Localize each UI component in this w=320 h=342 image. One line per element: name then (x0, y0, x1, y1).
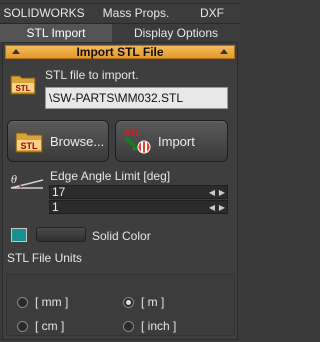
edge-angle-label: Edge Angle Limit [deg] (50, 169, 171, 183)
edge-angle-value-2: 1 (52, 200, 59, 214)
stl-file-icon: STL (10, 75, 36, 95)
svg-text:STL: STL (21, 141, 39, 151)
browse-button[interactable]: STL Browse... (7, 120, 109, 162)
edge-angle-value-1: 17 (52, 185, 66, 199)
stl-import-panel: Import STL File STL STL file to import. … (2, 42, 238, 340)
import-button-label: Import (158, 133, 195, 149)
stl-units-group: [ mm ] [ m ] [ cm ] [ inch ] (6, 274, 235, 336)
stl-folder-icon: STL (15, 132, 43, 153)
collapse-arrow-left-icon (12, 49, 20, 54)
units-radio-m-label: [ m ] (141, 295, 165, 309)
decrement-arrow-icon[interactable]: ◀ (209, 187, 215, 199)
svg-text:θ: θ (11, 175, 17, 186)
solid-color-label: Solid Color (92, 229, 151, 243)
radio-dot-icon (17, 320, 28, 332)
edge-angle-input-1[interactable]: 17 ◀ ▶ (49, 185, 228, 199)
tab-mass-props[interactable]: Mass Props. (88, 3, 184, 22)
radio-dot-icon (17, 296, 28, 308)
collapse-arrow-right-icon (220, 49, 228, 54)
tab-dxf[interactable]: DXF (184, 3, 240, 22)
increment-arrow-icon[interactable]: ▶ (219, 187, 225, 199)
units-radio-cm[interactable]: [ cm ] (17, 319, 64, 333)
units-radio-mm-label: [ mm ] (35, 295, 69, 309)
tab-display-options[interactable]: Display Options (112, 23, 240, 42)
file-label: STL file to import. (45, 68, 139, 82)
units-radio-cm-label: [ cm ] (35, 319, 65, 333)
stl-import-icon: STL (124, 128, 151, 154)
stl-path-input[interactable] (45, 87, 228, 109)
svg-text:STL: STL (15, 84, 30, 93)
tab-stl-import[interactable]: STL Import (0, 23, 112, 42)
stl-units-label: STL File Units (7, 251, 82, 265)
radio-dot-icon (123, 320, 134, 332)
radio-dot-selected-icon (123, 296, 134, 308)
units-radio-m[interactable]: [ m ] (123, 295, 164, 309)
units-radio-inch-label: [ inch ] (141, 319, 177, 333)
solid-color-swatch[interactable] (11, 228, 27, 242)
edge-angle-input-2[interactable]: 1 ◀ ▶ (49, 200, 228, 214)
second-tab-row: STL Import Display Options (0, 23, 240, 42)
units-radio-mm[interactable]: [ mm ] (17, 295, 68, 309)
browse-button-label: Browse... (50, 133, 105, 149)
units-radio-inch[interactable]: [ inch ] (123, 319, 176, 333)
angle-icon: θ (10, 175, 44, 189)
section-header[interactable]: Import STL File (5, 45, 235, 59)
top-tab-row: SOLIDWORKS Mass Props. DXF (0, 3, 240, 22)
decrement-arrow-icon[interactable]: ◀ (209, 202, 215, 214)
section-title: Import STL File (76, 45, 164, 59)
import-button[interactable]: STL Import (115, 120, 228, 162)
svg-text:STL: STL (124, 128, 142, 138)
solid-color-button[interactable] (36, 227, 86, 242)
increment-arrow-icon[interactable]: ▶ (219, 202, 225, 214)
tab-solidworks[interactable]: SOLIDWORKS (0, 3, 88, 22)
